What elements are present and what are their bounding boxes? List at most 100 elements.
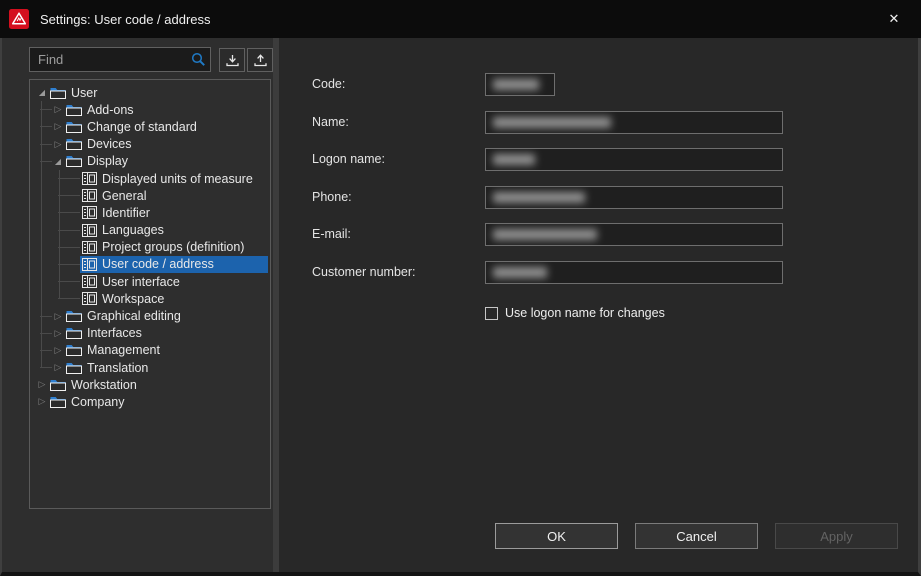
form-row: Name: xyxy=(279,111,918,135)
tree-node-body[interactable]: Devices xyxy=(64,136,135,153)
tree-node-label: Company xyxy=(71,395,125,409)
tree-node[interactable]: ▷Graphical editing xyxy=(30,307,270,324)
redacted-value xyxy=(493,267,547,278)
tree-node[interactable]: Identifier xyxy=(30,204,270,221)
tree-connector xyxy=(58,298,80,299)
import-settings-button[interactable] xyxy=(219,48,245,72)
tree-node[interactable]: ◢Display xyxy=(30,153,270,170)
tree-node-body[interactable]: User interface xyxy=(80,273,184,290)
tree-connector xyxy=(58,247,80,248)
find-input[interactable] xyxy=(29,47,211,72)
expand-expander-icon[interactable]: ▷ xyxy=(52,118,64,135)
tree-node[interactable]: ◢User xyxy=(30,84,270,101)
phone-field[interactable] xyxy=(485,186,783,209)
tree-node-label: Identifier xyxy=(102,206,150,220)
tree-node[interactable]: General xyxy=(30,187,270,204)
window-title: Settings: User code / address xyxy=(40,12,211,27)
tree-node[interactable]: ▷Interfaces xyxy=(30,325,270,342)
expand-expander-icon[interactable]: ▷ xyxy=(52,136,64,153)
tree-node-label: Languages xyxy=(102,223,164,237)
form-row: Code: xyxy=(279,73,918,97)
import-icon xyxy=(226,54,239,67)
folder-icon xyxy=(66,310,82,322)
tree-node[interactable]: Languages xyxy=(30,222,270,239)
expand-expander-icon[interactable]: ▷ xyxy=(52,342,64,359)
tree-node[interactable]: User code / address xyxy=(30,256,270,273)
expand-expander-icon[interactable]: ▷ xyxy=(36,393,48,410)
tree-node-body[interactable]: Workspace xyxy=(80,290,168,307)
expand-expander-icon[interactable]: ▷ xyxy=(52,308,64,325)
tree-node[interactable]: Displayed units of measure xyxy=(30,170,270,187)
field-label: Code: xyxy=(312,77,345,91)
tree-node-body[interactable]: Change of standard xyxy=(64,118,201,135)
tree-node-body[interactable]: General xyxy=(80,187,150,204)
folder-icon xyxy=(66,327,82,339)
tree-node-body[interactable]: Workstation xyxy=(48,376,141,393)
settings-page-icon xyxy=(82,241,97,254)
tree-node-body[interactable]: User xyxy=(48,84,101,101)
tree-node[interactable]: ▷Add-ons xyxy=(30,101,270,118)
settings-page-icon xyxy=(82,172,97,185)
tree-node-body[interactable]: Display xyxy=(64,153,132,170)
tree-connector xyxy=(40,367,52,368)
tree-node-body[interactable]: Company xyxy=(48,393,129,410)
form-row: E-mail: xyxy=(279,223,918,247)
expand-expander-icon[interactable]: ▷ xyxy=(52,359,64,376)
code-field[interactable] xyxy=(485,73,555,96)
tree-node-body[interactable]: Add-ons xyxy=(64,101,138,118)
tree-node[interactable]: ▷ Company xyxy=(30,393,270,410)
tree-node[interactable]: ▷Workstation xyxy=(30,376,270,393)
customer-number-field[interactable] xyxy=(485,261,783,284)
folder-icon xyxy=(66,121,82,133)
tree-node-body[interactable]: Identifier xyxy=(80,204,154,221)
tree-node-body[interactable]: Graphical editing xyxy=(64,308,185,325)
tree-connector xyxy=(58,212,80,213)
export-settings-button[interactable] xyxy=(247,48,273,72)
tree-node-body[interactable]: Languages xyxy=(80,222,168,239)
search-icon xyxy=(191,52,206,67)
tree-node-body[interactable]: Management xyxy=(64,342,164,359)
tree-node[interactable]: Workspace xyxy=(30,290,270,307)
tree-node[interactable]: ▷Management xyxy=(30,342,270,359)
checkbox-label: Use logon name for changes xyxy=(505,306,665,320)
logon-name-field[interactable] xyxy=(485,148,783,171)
settings-page-icon xyxy=(82,224,97,237)
settings-page-icon xyxy=(82,258,97,271)
settings-nav-panel: ◢User▷Add-ons▷Change of standard▷Devices… xyxy=(2,38,273,572)
tree-node-body[interactable]: Translation xyxy=(64,359,152,376)
name-field[interactable] xyxy=(485,111,783,134)
tree-node[interactable]: Project groups (definition) xyxy=(30,239,270,256)
collapse-expander-icon[interactable]: ◢ xyxy=(52,153,64,170)
collapse-expander-icon[interactable]: ◢ xyxy=(36,84,48,101)
close-button[interactable]: ✕ xyxy=(883,8,905,30)
tree-node[interactable]: ▷Translation xyxy=(30,359,270,376)
ok-button[interactable]: OK xyxy=(495,523,618,549)
expand-expander-icon[interactable]: ▷ xyxy=(52,325,64,342)
cancel-button[interactable]: Cancel xyxy=(635,523,758,549)
tree-node[interactable]: ▷Devices xyxy=(30,136,270,153)
settings-page-icon xyxy=(82,206,97,219)
expand-expander-icon[interactable]: ▷ xyxy=(36,376,48,393)
folder-icon xyxy=(50,379,66,391)
tree-connector xyxy=(58,178,80,179)
tree-node-body[interactable]: Interfaces xyxy=(64,325,146,342)
tree-node-body[interactable]: User code / address xyxy=(80,256,268,273)
tree-node-label: User interface xyxy=(102,275,180,289)
tree-node[interactable]: User interface xyxy=(30,273,270,290)
redacted-value xyxy=(493,192,585,203)
field-label: Customer number: xyxy=(312,265,416,279)
dialog-footer: OK Cancel Apply xyxy=(495,523,898,549)
tree-connector xyxy=(40,109,52,110)
e-mail-field[interactable] xyxy=(485,223,783,246)
expand-expander-icon[interactable]: ▷ xyxy=(52,101,64,118)
folder-icon xyxy=(66,362,82,374)
tree-node-body[interactable]: Displayed units of measure xyxy=(80,170,257,187)
export-icon xyxy=(254,54,267,67)
tree-node-label: User code / address xyxy=(102,257,214,271)
tree-connector xyxy=(40,161,52,162)
use-logon-checkbox[interactable] xyxy=(485,307,498,320)
redacted-value xyxy=(493,154,535,165)
tree-node-body[interactable]: Project groups (definition) xyxy=(80,239,248,256)
tree-node[interactable]: ▷Change of standard xyxy=(30,118,270,135)
apply-button[interactable]: Apply xyxy=(775,523,898,549)
